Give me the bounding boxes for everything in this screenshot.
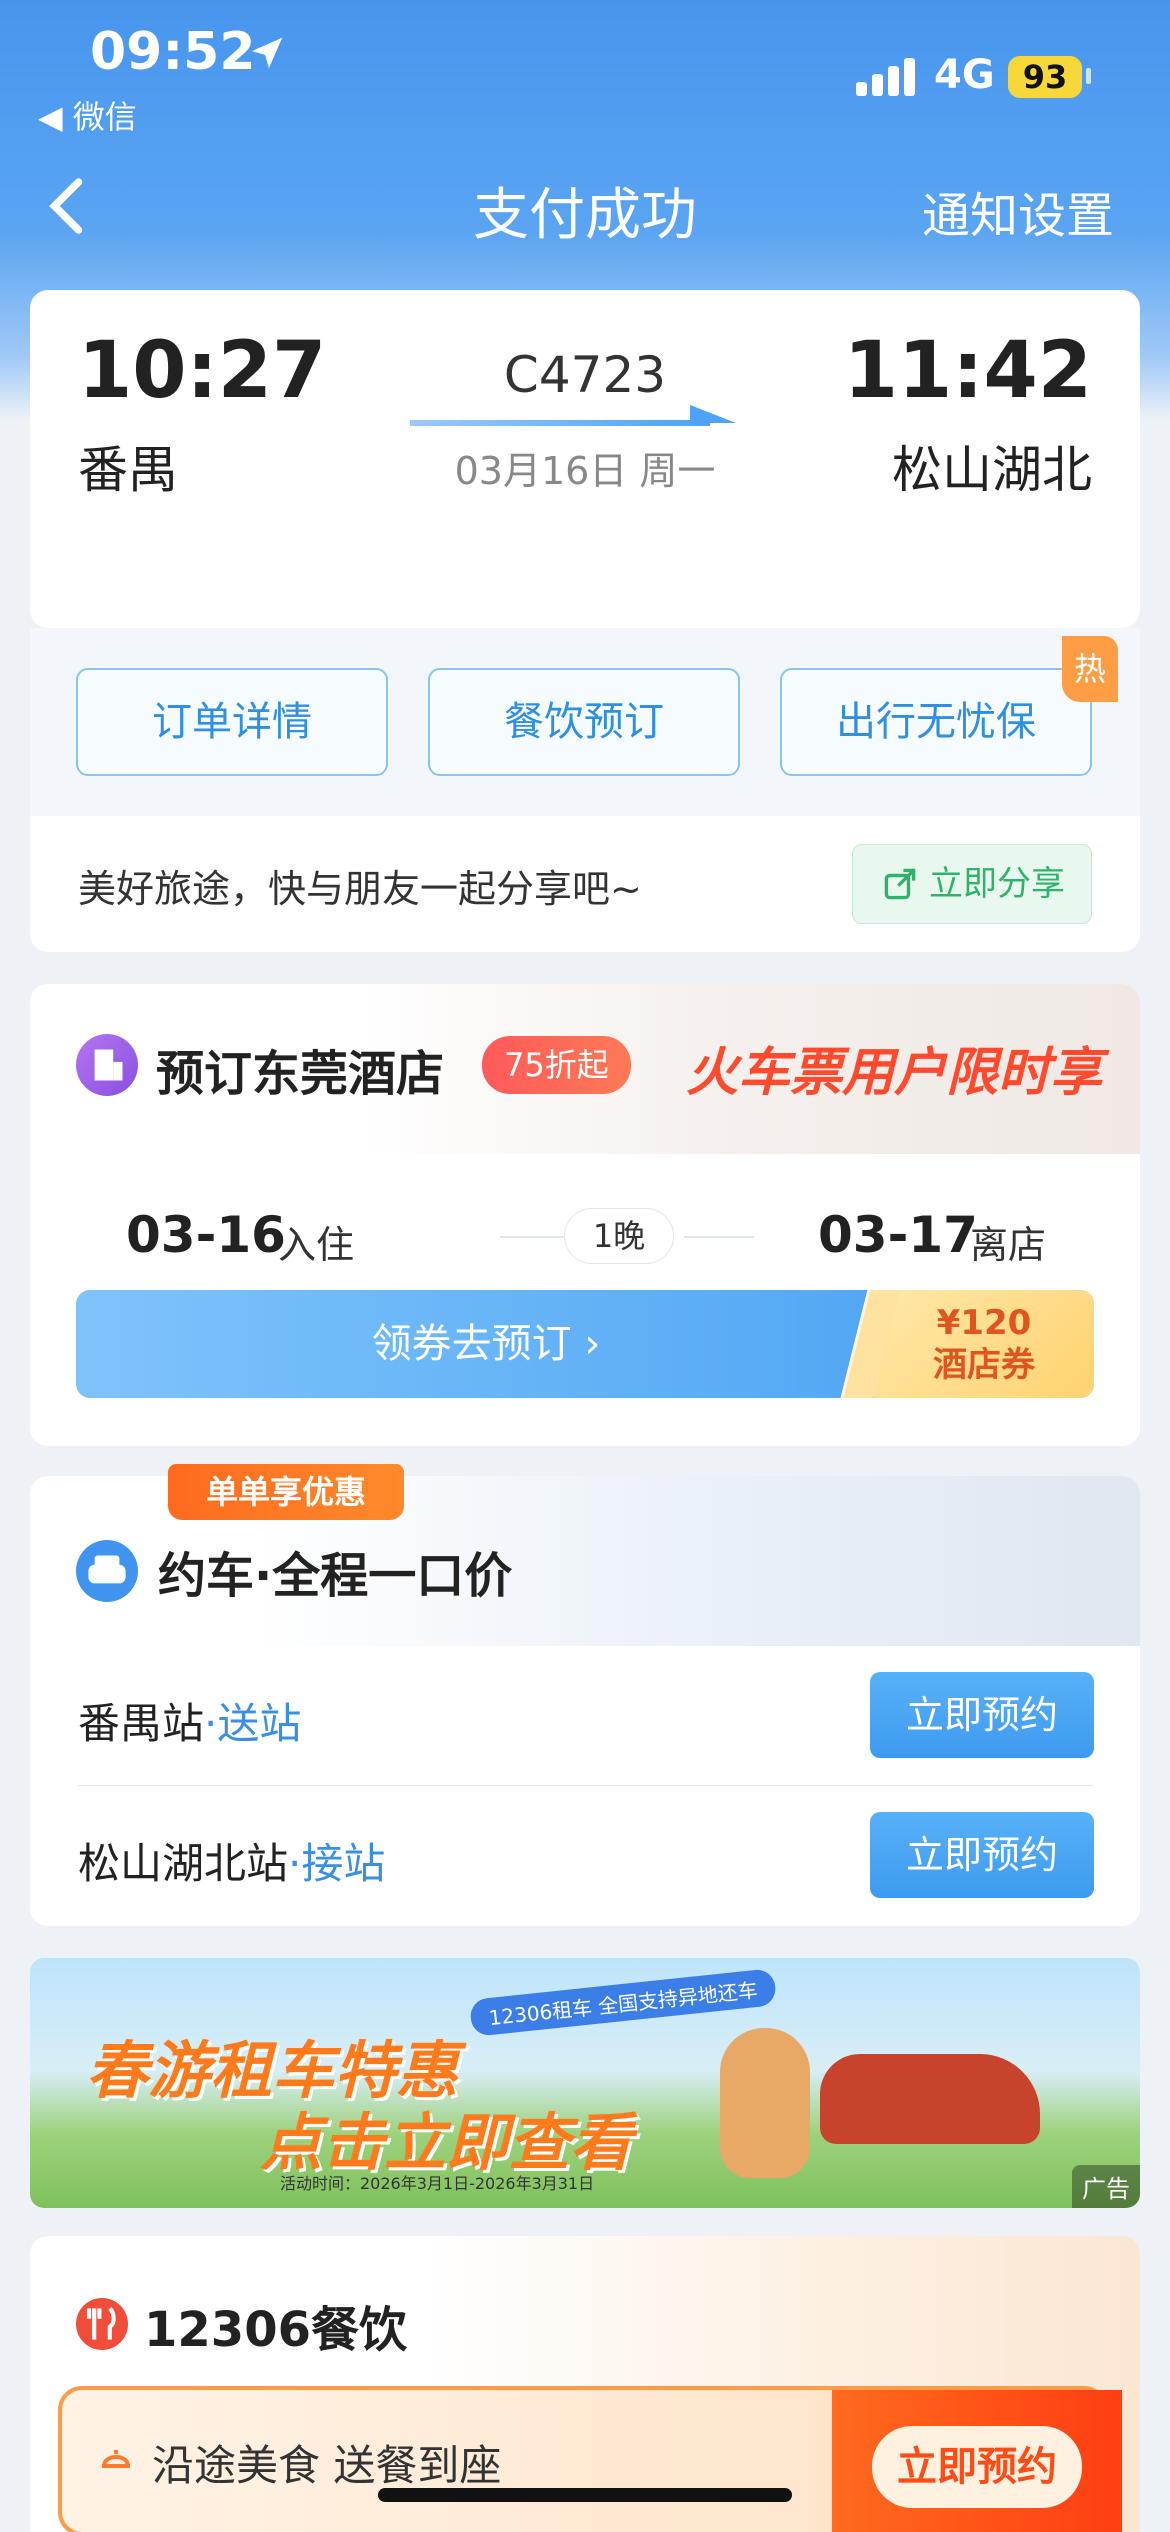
share-text: 美好旅途，快与朋友一起分享吧~ (78, 867, 642, 911)
banner-tag: 12306租车 全国支持异地还车 (468, 1968, 778, 2037)
car-promo-badge: 单单享优惠 (168, 1464, 404, 1520)
banner-subheadline: 点击立即查看 (260, 2106, 633, 2179)
battery-icon: 93 (1008, 56, 1082, 98)
checkout-date[interactable]: 03-17 (818, 1206, 978, 1264)
travel-insurance-button[interactable]: 出行无忧保 (780, 668, 1092, 776)
coupon-type: 酒店券 (933, 1345, 1035, 1385)
coupon-action-text: 领券去预订 › (371, 1321, 601, 1367)
bunny-mascot-image (720, 2028, 810, 2178)
checkin-date[interactable]: 03-16 (126, 1206, 286, 1264)
checkout-label: 离店 (970, 1223, 1047, 1267)
car-image (820, 2054, 1040, 2144)
food-book-area: 立即预约 (832, 2390, 1122, 2532)
train-direction-line (410, 420, 710, 426)
ad-label: 广告 (1072, 2165, 1140, 2208)
home-indicator (378, 2488, 792, 2502)
notification-settings-link[interactable]: 通知设置 (922, 176, 1114, 246)
signal-icon (856, 58, 916, 96)
hotel-booking-panel: 03-16 入住 1晚 03-17 离店 领券去预订 › ¥120 酒店券 (30, 1154, 1140, 1446)
share-button-label: 立即分享 (929, 864, 1065, 904)
nights-count: 1晚 (564, 1208, 674, 1264)
hotel-card: 预订东莞酒店 75折起 火车票用户限时享 03-16 入住 1晚 03-17 离… (30, 984, 1140, 1446)
book-pickup-button[interactable]: 立即预约 (870, 1812, 1094, 1898)
cloche-icon (102, 2450, 130, 2468)
hotel-promo-text: 火车票用户限时享 (685, 1043, 1102, 1103)
network-type: 4G (934, 52, 995, 98)
food-bar[interactable]: 沿途美食 送餐到座 立即预约 (58, 2386, 1122, 2532)
status-time: 09:52 (90, 22, 256, 82)
fork-knife-icon (76, 2298, 128, 2350)
service-type: ·送站 (204, 1699, 302, 1748)
share-button[interactable]: 立即分享 (852, 844, 1092, 924)
arrive-station: 松山湖北 (892, 441, 1092, 499)
car-card: 约车·全程一口价 番禺站·送站 立即预约 松山湖北站·接站 立即预约 (30, 1476, 1140, 1926)
battery-tip (1086, 68, 1091, 84)
hotel-header: 预订东莞酒店 75折起 火车票用户限时享 (30, 984, 1140, 1154)
train-direction-arrow (690, 405, 736, 423)
car-icon (76, 1540, 138, 1602)
car-row-pickup: 松山湖北站·接站 立即预约 (30, 1786, 1140, 1926)
nights-line-right (684, 1236, 754, 1238)
arrive-time: 11:42 (843, 326, 1092, 416)
hotel-icon (76, 1034, 138, 1096)
station-name: 松山湖北站 (78, 1839, 289, 1888)
order-details-button[interactable]: 订单详情 (76, 668, 388, 776)
checkin-label: 入住 (278, 1223, 355, 1267)
meal-booking-button[interactable]: 餐饮预订 (428, 668, 740, 776)
station-name: 番禺站 (78, 1699, 205, 1748)
nights-line-left (500, 1236, 570, 1238)
hotel-coupon-tag: ¥120 酒店券 (874, 1290, 1094, 1398)
hot-badge: 热 (1062, 636, 1118, 702)
coupon-booking-button[interactable]: 领券去预订 › ¥120 酒店券 (76, 1290, 1094, 1398)
coupon-amount: ¥120 (936, 1303, 1032, 1343)
food-title: 12306餐饮 (144, 2302, 407, 2358)
hotel-title: 预订东莞酒店 (156, 1046, 445, 1102)
car-row-label: 松山湖北站·接站 (78, 1830, 385, 1891)
banner-period: 活动时间：2026年3月1日-2026年3月31日 (280, 2174, 595, 2193)
car-row-dropoff: 番禺站·送站 立即预约 (30, 1646, 1140, 1786)
share-row: 美好旅途，快与朋友一起分享吧~ 立即分享 (30, 816, 1140, 952)
food-text: 沿途美食 送餐到座 (152, 2441, 502, 2490)
ticket-card: 10:27 番禺 C4723 03月16日 周一 11:42 松山湖北 (30, 290, 1140, 628)
back-to-wechat[interactable]: ◀ 微信 (38, 92, 137, 138)
book-dropoff-button[interactable]: 立即预约 (870, 1672, 1094, 1758)
food-book-button[interactable]: 立即预约 (872, 2426, 1082, 2508)
rental-ad-banner[interactable]: 12306租车 全国支持异地还车 春游租车特惠 点击立即查看 活动时间：2026… (30, 1958, 1140, 2208)
location-arrow-icon (251, 37, 283, 69)
action-area: 订单详情 餐饮预订 出行无忧保 (30, 628, 1140, 816)
car-title: 约车·全程一口价 (158, 1548, 513, 1604)
service-type: ·接站 (288, 1839, 386, 1888)
hotel-discount-badge: 75折起 (482, 1036, 631, 1094)
car-row-label: 番禺站·送站 (78, 1690, 301, 1751)
share-icon (884, 868, 916, 900)
